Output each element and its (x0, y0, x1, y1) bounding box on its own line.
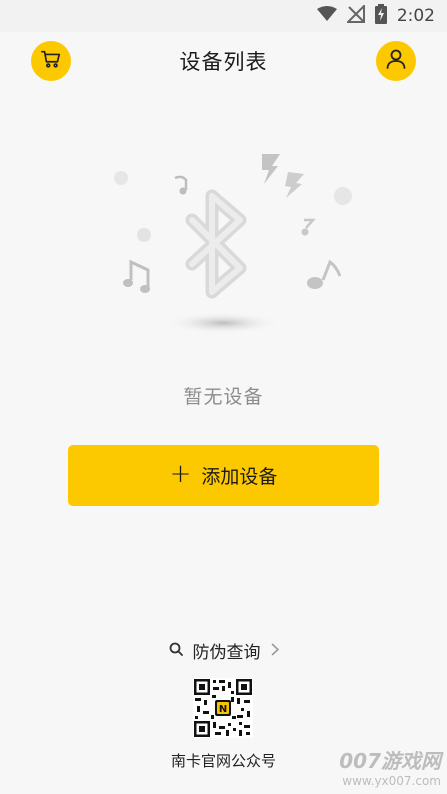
header: 设备列表 (0, 32, 447, 92)
watermark-title: 007游戏网 (339, 749, 441, 773)
qr-logo-letter: N (219, 704, 227, 715)
anti-fake-label: 防伪查询 (192, 643, 261, 663)
status-time: 2:02 (396, 6, 435, 26)
battery-charging-icon (374, 4, 387, 28)
wifi-icon (316, 6, 337, 26)
status-bar: 2:02 (0, 0, 447, 32)
empty-state-message: 暂无设备 (183, 386, 264, 408)
anti-fake-query-link[interactable]: 防伪查询 (0, 638, 447, 663)
chevron-right-icon (270, 641, 279, 661)
add-device-button[interactable]: + 添加设备 (68, 445, 379, 506)
qr-code-image: N (193, 678, 253, 738)
user-icon (384, 47, 408, 75)
watermark: 007游戏网 www.yx007.com (339, 745, 441, 788)
bluetooth-illustration (100, 140, 360, 350)
plus-icon: + (169, 459, 192, 489)
profile-button[interactable] (376, 41, 416, 81)
no-signal-icon (345, 3, 365, 27)
add-device-label: 添加设备 (201, 466, 278, 488)
watermark-url: www.yx007.com (342, 774, 441, 788)
search-icon (169, 641, 183, 661)
